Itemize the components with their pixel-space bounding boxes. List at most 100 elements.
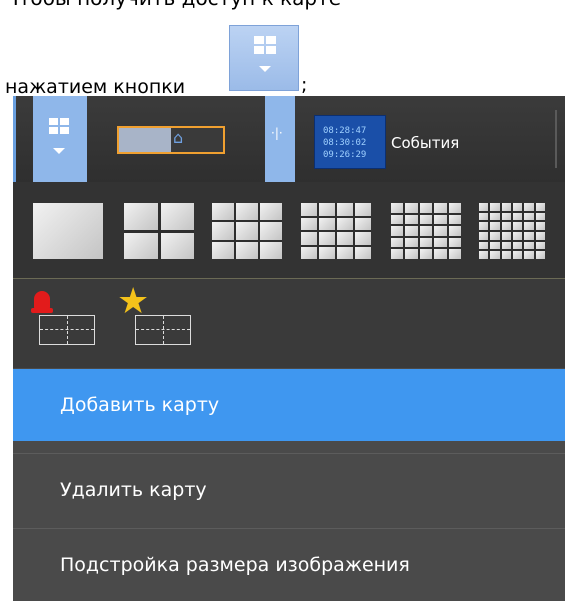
layout-cell — [419, 226, 433, 236]
clock-time-2: 08:30:02 — [323, 138, 367, 148]
layout-4x4[interactable] — [301, 203, 371, 259]
layout-cell — [490, 231, 500, 240]
layout-cell — [524, 241, 534, 250]
layout-cell — [501, 251, 511, 259]
layout-button-illustration — [229, 25, 299, 91]
menu-gap — [13, 441, 565, 453]
layout-cell — [212, 203, 234, 221]
home-icon: ⌂ — [173, 128, 184, 147]
layout-cell — [512, 231, 523, 240]
layout-3x3[interactable] — [212, 203, 282, 259]
layout-cell — [434, 214, 447, 225]
layout-cell — [501, 203, 511, 211]
layout-cell — [419, 214, 433, 225]
layout-cell — [260, 222, 282, 240]
layout-cell — [524, 251, 534, 259]
layout-cell — [212, 222, 234, 240]
layout-cell — [405, 237, 418, 248]
events-clock-icon[interactable]: 08:28:47 08:30:02 09:26:29 — [314, 115, 386, 169]
clock-time-1: 08:28:47 — [323, 126, 367, 136]
layout-cell — [512, 241, 523, 250]
alarm-layouts-row: ★ — [13, 279, 565, 368]
layout-cell — [479, 251, 489, 259]
layout-cell — [512, 203, 523, 211]
layout-cell — [448, 214, 461, 225]
layout-cell — [479, 222, 489, 230]
layout-cell — [448, 203, 461, 213]
layout-cell — [405, 203, 418, 213]
events-label[interactable]: События — [391, 134, 459, 152]
layout-cell — [501, 231, 511, 240]
menu-item-add-map[interactable]: Добавить карту — [13, 369, 565, 441]
layout-cell — [535, 212, 545, 221]
layout-cell — [448, 249, 461, 259]
layout-cell — [479, 231, 489, 240]
layout-cell — [490, 212, 500, 221]
menu-item-delete-map[interactable]: Удалить карту — [13, 453, 565, 525]
screen-icon — [119, 128, 171, 152]
layout-cell — [391, 226, 404, 236]
app-screenshot: ⌂ ·|· 08:28:47 08:30:02 09:26:29 События — [13, 96, 565, 601]
split-icon: ·|· — [271, 126, 283, 140]
layout-cell — [490, 203, 500, 211]
layout-cell — [391, 237, 404, 248]
layout-cell — [391, 203, 404, 213]
instruction-text: нажатием кнопки — [5, 76, 186, 98]
layout-2x2[interactable] — [124, 203, 194, 259]
layout-cell — [535, 203, 545, 211]
layouts-button[interactable] — [33, 96, 87, 182]
chevron-down-icon — [53, 148, 65, 154]
layout-cell — [260, 203, 282, 221]
layout-cell — [512, 212, 523, 221]
toolbar-divider — [555, 110, 557, 168]
document-clipped-text: Чтобы получить доступ к карте — [0, 0, 565, 24]
layout-cell — [160, 232, 194, 259]
layout-cell — [501, 212, 511, 221]
layout-frame-icon — [39, 315, 95, 345]
layout-5x5[interactable] — [391, 203, 461, 259]
layout-cell — [236, 241, 258, 259]
layout-cell — [524, 231, 534, 240]
layout-cell — [236, 222, 258, 240]
layout-cell — [479, 203, 489, 211]
layout-cell — [535, 231, 545, 240]
layout-cell — [355, 232, 371, 245]
layout-cell — [337, 203, 353, 216]
layout-cell — [337, 217, 353, 230]
split-button[interactable]: ·|· — [265, 96, 295, 182]
layout-1x1[interactable] — [33, 203, 103, 259]
layout-cell — [301, 232, 317, 245]
layout-cell — [512, 222, 523, 230]
layout-cell — [236, 203, 258, 221]
layout-cell — [535, 241, 545, 250]
layout-6x6[interactable] — [479, 203, 545, 259]
alarm-bell-icon — [31, 291, 53, 317]
grid-icon — [254, 36, 276, 54]
layout-cell — [490, 241, 500, 250]
layout-cell — [33, 203, 103, 259]
toolbar: ⌂ ·|· 08:28:47 08:30:02 09:26:29 События — [13, 96, 565, 182]
layout-cell — [319, 232, 335, 245]
layout-cell — [419, 249, 433, 259]
star-icon: ★ — [117, 281, 150, 322]
chevron-down-icon — [259, 66, 271, 72]
layout-cell — [501, 241, 511, 250]
layout-cell — [434, 237, 447, 248]
layout-cell — [301, 203, 317, 216]
layout-cell — [337, 232, 353, 245]
layout-cell — [501, 222, 511, 230]
layout-cell — [405, 214, 418, 225]
layout-cell — [512, 251, 523, 259]
layout-cell — [124, 232, 158, 259]
layout-cell — [160, 203, 194, 230]
layout-cell — [337, 246, 353, 259]
layout-cell — [355, 246, 371, 259]
layout-cell — [524, 212, 534, 221]
layout-cell — [448, 237, 461, 248]
layout-cell — [301, 246, 317, 259]
layout-cell — [260, 241, 282, 259]
menu-item-fit-image-size[interactable]: Подстройка размера изображения — [13, 528, 565, 600]
instruction-semicolon: ; — [301, 74, 308, 96]
layout-cell — [391, 214, 404, 225]
map-button[interactable]: ⌂ — [117, 126, 225, 154]
